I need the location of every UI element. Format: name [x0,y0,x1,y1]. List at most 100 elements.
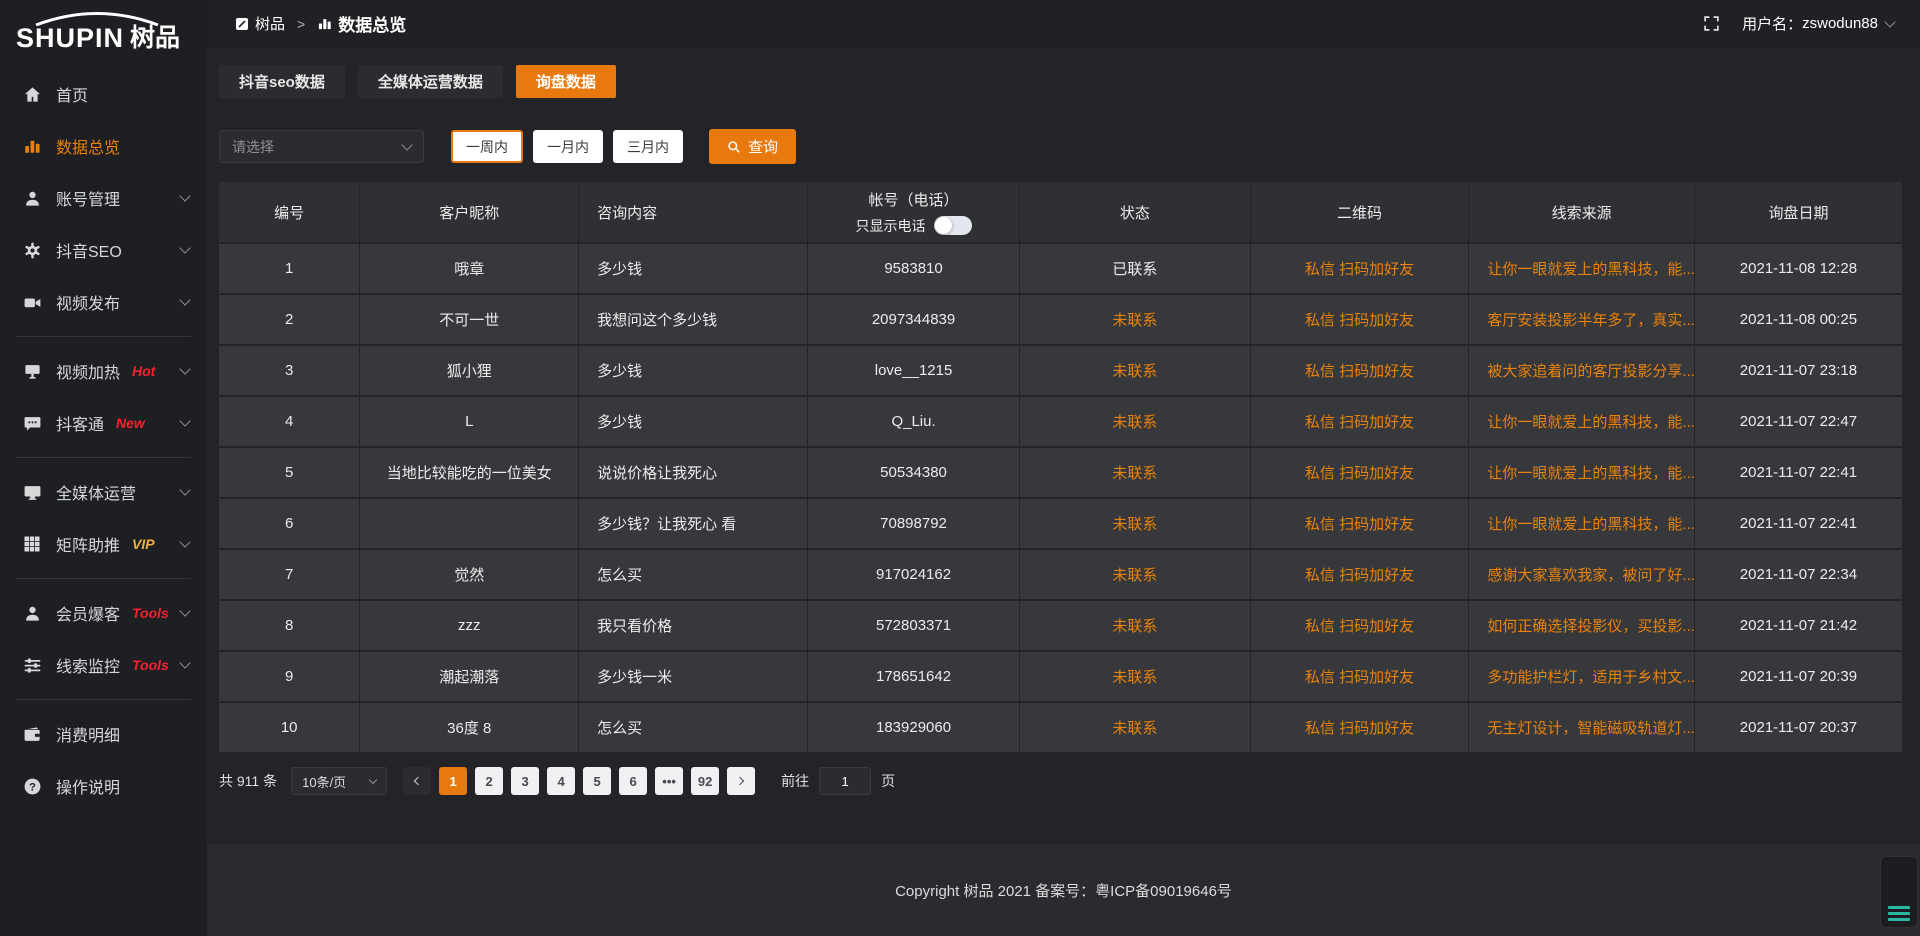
sidebar-item-lead-monitor[interactable]: 线索监控 Tools [0,639,207,691]
cell-status: 未联系 [1020,550,1251,601]
sidebar-item-member-burst[interactable]: 会员爆客 Tools [0,587,207,639]
cell-no: 10 [219,703,360,754]
sliders-icon [22,655,42,675]
next-page-button[interactable] [727,767,755,795]
sidebar-item-video-heating[interactable]: 视频加热 Hot [0,345,207,397]
username-label: 用户名： [1742,13,1802,34]
breadcrumb-current: 数据总览 [317,11,406,36]
cell-source-link[interactable]: 如何正确选择投影仪，买投影... [1469,601,1695,652]
range-month-button[interactable]: 一月内 [533,130,603,163]
cell-nickname: L [360,397,579,448]
cell-qr-link[interactable]: 私信 扫码加好友 [1251,448,1470,499]
fullscreen-icon[interactable] [1703,15,1720,32]
page-button-6[interactable]: 6 [619,767,647,795]
header-no: 编号 [219,182,360,244]
chevron-down-icon [179,536,190,547]
gear-icon [22,240,42,260]
page-size-select[interactable]: 10条/页 [291,767,387,795]
page-size-label: 10条/页 [302,772,346,791]
cell-source-link[interactable]: 客厅安装投影半年多了，真实... [1469,295,1695,346]
user-menu[interactable]: 用户名： zswodun88 [1742,13,1894,34]
page-button-1[interactable]: 1 [439,767,467,795]
cell-source-link[interactable]: 被大家追着问的客厅投影分享... [1469,346,1695,397]
footer: Copyright 树品 2021 备案号：粤ICP备09019646号 [207,844,1920,936]
floating-widget[interactable] [1880,856,1918,928]
table-row: 5当地比较能吃的一位美女说说价格让我死心50534380未联系私信 扫码加好友让… [219,448,1902,499]
page-button-3[interactable]: 3 [511,767,539,795]
chevron-down-icon [1884,16,1895,27]
sidebar-item-label: 视频加热 [56,359,120,383]
page-button-4[interactable]: 4 [547,767,575,795]
phone-toggle-label: 只显示电话 [856,216,926,236]
cell-qr-link[interactable]: 私信 扫码加好友 [1251,346,1470,397]
cell-source-link[interactable]: 多功能护栏灯，适用于乡村文... [1469,652,1695,703]
cell-qr-link[interactable]: 私信 扫码加好友 [1251,244,1470,295]
range-quarter-button[interactable]: 三月内 [613,130,683,163]
page-button-92[interactable]: 92 [691,767,719,795]
logo-arc [32,12,162,26]
cell-no: 7 [219,550,360,601]
search-button[interactable]: 查询 [709,129,796,164]
header-status: 状态 [1020,182,1251,244]
prev-page-button[interactable] [403,767,431,795]
tab-inquiry-data[interactable]: 询盘数据 [516,65,616,98]
cell-qr-link[interactable]: 私信 扫码加好友 [1251,397,1470,448]
cell-no: 5 [219,448,360,499]
filter-select[interactable]: 请选择 [219,130,424,163]
tools-badge: Tools [132,657,169,673]
sidebar-item-spend-detail[interactable]: 消费明细 [0,708,207,760]
page-button-5[interactable]: 5 [583,767,611,795]
cell-source-link[interactable]: 让你一眼就爱上的黑科技，能... [1469,448,1695,499]
breadcrumb-root-label: 树品 [255,13,285,34]
sidebar-item-video-publish[interactable]: 视频发布 [0,276,207,328]
tab-douyin-seo-data[interactable]: 抖音seo数据 [219,65,345,98]
sidebar-item-matrix-boost[interactable]: 矩阵助推 VIP [0,518,207,570]
page-jump: 前往 页 [781,767,895,795]
cell-source-link[interactable]: 让你一眼就爱上的黑科技，能... [1469,499,1695,550]
cell-source-link[interactable]: 让你一眼就爱上的黑科技，能... [1469,397,1695,448]
sidebar-item-account-mgmt[interactable]: 账号管理 [0,172,207,224]
video-camera-icon [22,292,42,312]
search-button-label: 查询 [748,136,778,157]
cell-source-link[interactable]: 无主灯设计，智能磁吸轨道灯... [1469,703,1695,754]
sidebar-item-doukeTong[interactable]: 抖客通 New [0,397,207,449]
header-account-label: 帐号（电话） [869,189,959,210]
cell-date: 2021-11-07 22:34 [1695,550,1902,601]
cell-content: 多少钱 [579,244,808,295]
home-icon [22,84,42,104]
tab-omni-media-data[interactable]: 全媒体运营数据 [358,65,503,98]
cell-account: 50534380 [808,448,1020,499]
chevron-down-icon [401,139,412,150]
range-week-button[interactable]: 一周内 [451,130,523,163]
cell-qr-link[interactable]: 私信 扫码加好友 [1251,703,1470,754]
sidebar-item-douyin-seo[interactable]: 抖音SEO [0,224,207,276]
cell-status: 未联系 [1020,499,1251,550]
page-button-2[interactable]: 2 [475,767,503,795]
header-nickname: 客户昵称 [360,182,579,244]
sidebar-item-data-overview[interactable]: 数据总览 [0,120,207,172]
user-icon [22,188,42,208]
cell-qr-link[interactable]: 私信 扫码加好友 [1251,499,1470,550]
breadcrumb-root[interactable]: 树品 [235,13,285,34]
brand-logo[interactable]: SHUPIN 树品 [0,8,207,68]
cell-qr-link[interactable]: 私信 扫码加好友 [1251,601,1470,652]
cell-status: 未联系 [1020,295,1251,346]
cell-qr-link[interactable]: 私信 扫码加好友 [1251,550,1470,601]
sidebar-item-help[interactable]: ? 操作说明 [0,760,207,812]
table-header-row: 编号 客户昵称 咨询内容 帐号（电话） 只显示电话 [219,182,1902,244]
cell-source-link[interactable]: 感谢大家喜欢我家，被问了好... [1469,550,1695,601]
sidebar-item-home[interactable]: 首页 [0,68,207,120]
cell-qr-link[interactable]: 私信 扫码加好友 [1251,295,1470,346]
sidebar-item-omni-media[interactable]: 全媒体运营 [0,466,207,518]
phone-only-toggle[interactable] [934,216,972,235]
page-ellipsis-button[interactable]: ••• [655,767,683,795]
cell-source-link[interactable]: 让你一眼就爱上的黑科技，能... [1469,244,1695,295]
cell-qr-link[interactable]: 私信 扫码加好友 [1251,652,1470,703]
cell-date: 2021-11-08 00:25 [1695,295,1902,346]
breadcrumb: 树品 > 数据总览 [235,11,406,36]
cell-account: 2097344839 [808,295,1020,346]
jump-page-input[interactable] [819,767,871,795]
cell-status: 未联系 [1020,397,1251,448]
table-row: 3狐小狸多少钱love__1215未联系私信 扫码加好友被大家追着问的客厅投影分… [219,346,1902,397]
table-row: 2不可一世我想问这个多少钱2097344839未联系私信 扫码加好友客厅安装投影… [219,295,1902,346]
